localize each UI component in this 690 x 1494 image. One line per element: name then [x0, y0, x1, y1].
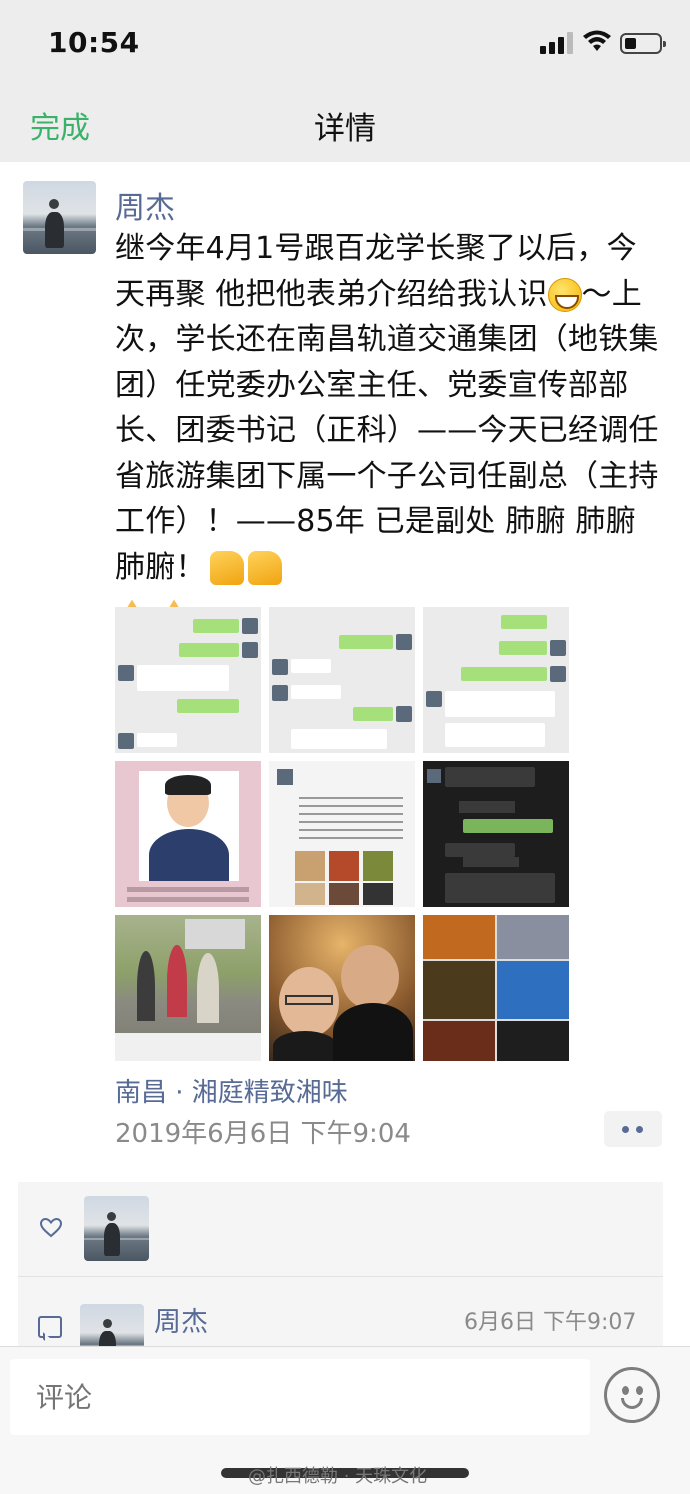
outdoor-group-photo[interactable]: [115, 915, 261, 1061]
chat-screenshot-1[interactable]: [115, 607, 261, 753]
selfie-photo[interactable]: [269, 915, 415, 1061]
post-timestamp: 2019年6月6日 下午9:04: [115, 1119, 411, 1149]
top-bar: 10:54 完成 详情: [0, 0, 690, 162]
wifi-icon: [583, 30, 611, 51]
id-photo[interactable]: [115, 761, 261, 907]
likes-row: [18, 1182, 663, 1277]
liker-avatar[interactable]: [84, 1196, 149, 1261]
page-title: 详情: [314, 111, 376, 147]
chat-screenshot-dark[interactable]: [423, 761, 569, 907]
comment-time: 6月6日 下午9:07: [464, 1310, 637, 1335]
post-image-grid: [115, 607, 570, 1062]
post-text-part-2: ～上次，学长还在南昌轨道交通集团（地铁集团）任党委办公室主任、党委宣传部部长、团…: [115, 276, 659, 585]
post-text: 继今年4月1号跟百龙学长聚了以后，今天再聚 他把他表弟介绍给我认识 ～上次，学长还…: [115, 226, 665, 636]
food-photo[interactable]: [423, 915, 569, 1061]
chat-screenshot-3[interactable]: [423, 607, 569, 753]
thumbs-up-emoji: [209, 551, 244, 585]
watermark: @扎西德勒 · 天珠文化: [248, 1466, 428, 1487]
heart-icon: [40, 1218, 62, 1238]
more-actions-button[interactable]: [604, 1111, 662, 1147]
post-location[interactable]: 南昌 · 湘庭精致湘味: [115, 1072, 348, 1109]
chat-screenshot-4[interactable]: [269, 761, 415, 907]
author-avatar[interactable]: [23, 181, 96, 254]
chat-screenshot-2[interactable]: [269, 607, 415, 753]
dot-icon: [636, 1126, 643, 1133]
cellular-signal-icon: [540, 32, 574, 54]
status-time: 10:54: [48, 26, 140, 59]
commenter-name[interactable]: 周杰: [154, 1300, 208, 1339]
emoji-button[interactable]: [604, 1367, 660, 1423]
post-author-name[interactable]: 周杰: [115, 183, 175, 227]
battery-icon: [620, 33, 666, 54]
comment-icon: [38, 1316, 62, 1338]
thumbs-up-emoji: [247, 551, 282, 585]
comment-input[interactable]: [10, 1359, 590, 1435]
grin-emoji: [547, 278, 582, 312]
dot-icon: [622, 1126, 629, 1133]
